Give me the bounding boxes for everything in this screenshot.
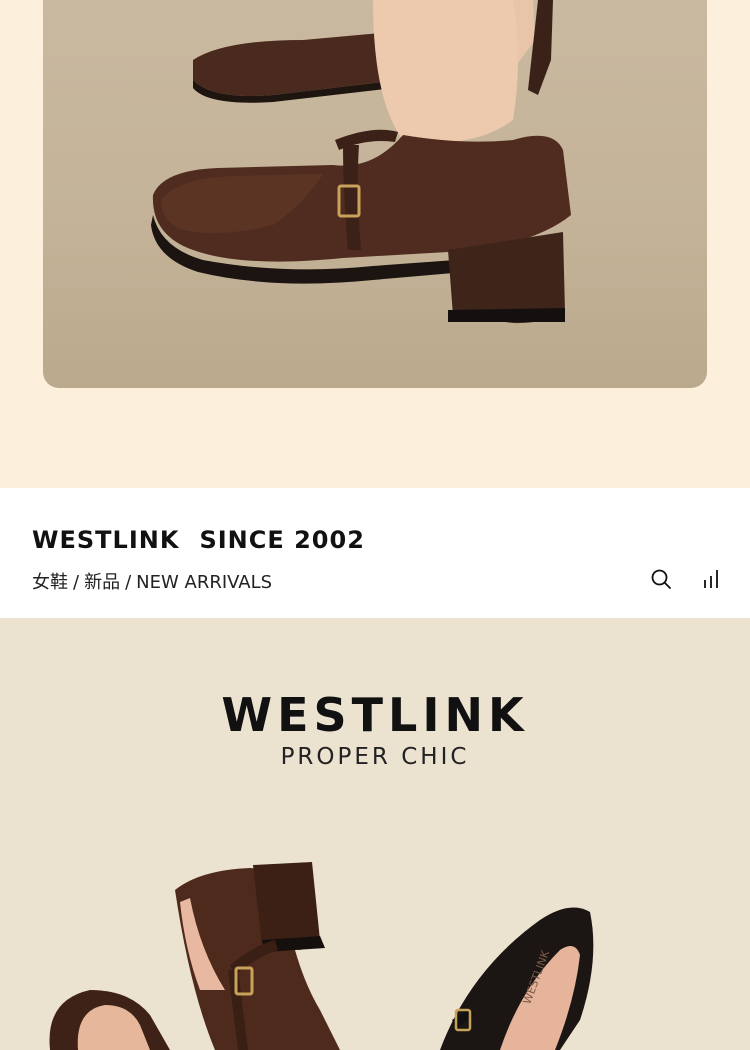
bar-chart-icon bbox=[704, 570, 718, 588]
breadcrumb: 女鞋 / 新品 / NEW ARRIVALS bbox=[32, 568, 272, 594]
breadcrumb-category[interactable]: 女鞋 bbox=[32, 572, 68, 593]
feature-logo: WESTLINK bbox=[221, 688, 529, 742]
feature-tagline: PROPER CHIC bbox=[280, 744, 470, 770]
breadcrumb-separator: / bbox=[125, 572, 132, 593]
brand-since: SINCE 2002 bbox=[199, 526, 365, 554]
breadcrumb-separator: / bbox=[73, 572, 80, 593]
chart-menu-button[interactable] bbox=[698, 566, 724, 592]
search-button[interactable] bbox=[648, 566, 674, 592]
hero-product-image bbox=[43, 0, 707, 388]
search-icon bbox=[651, 569, 671, 589]
breadcrumb-subcategory[interactable]: 新品 bbox=[84, 572, 120, 593]
brand-title: WESTLINK SINCE 2002 bbox=[32, 526, 365, 554]
hero-section bbox=[0, 0, 750, 488]
brand-name: WESTLINK bbox=[32, 526, 180, 554]
feature-shoes-image: WESTLINK bbox=[49, 862, 594, 1050]
breadcrumb-label[interactable]: NEW ARRIVALS bbox=[136, 572, 272, 593]
